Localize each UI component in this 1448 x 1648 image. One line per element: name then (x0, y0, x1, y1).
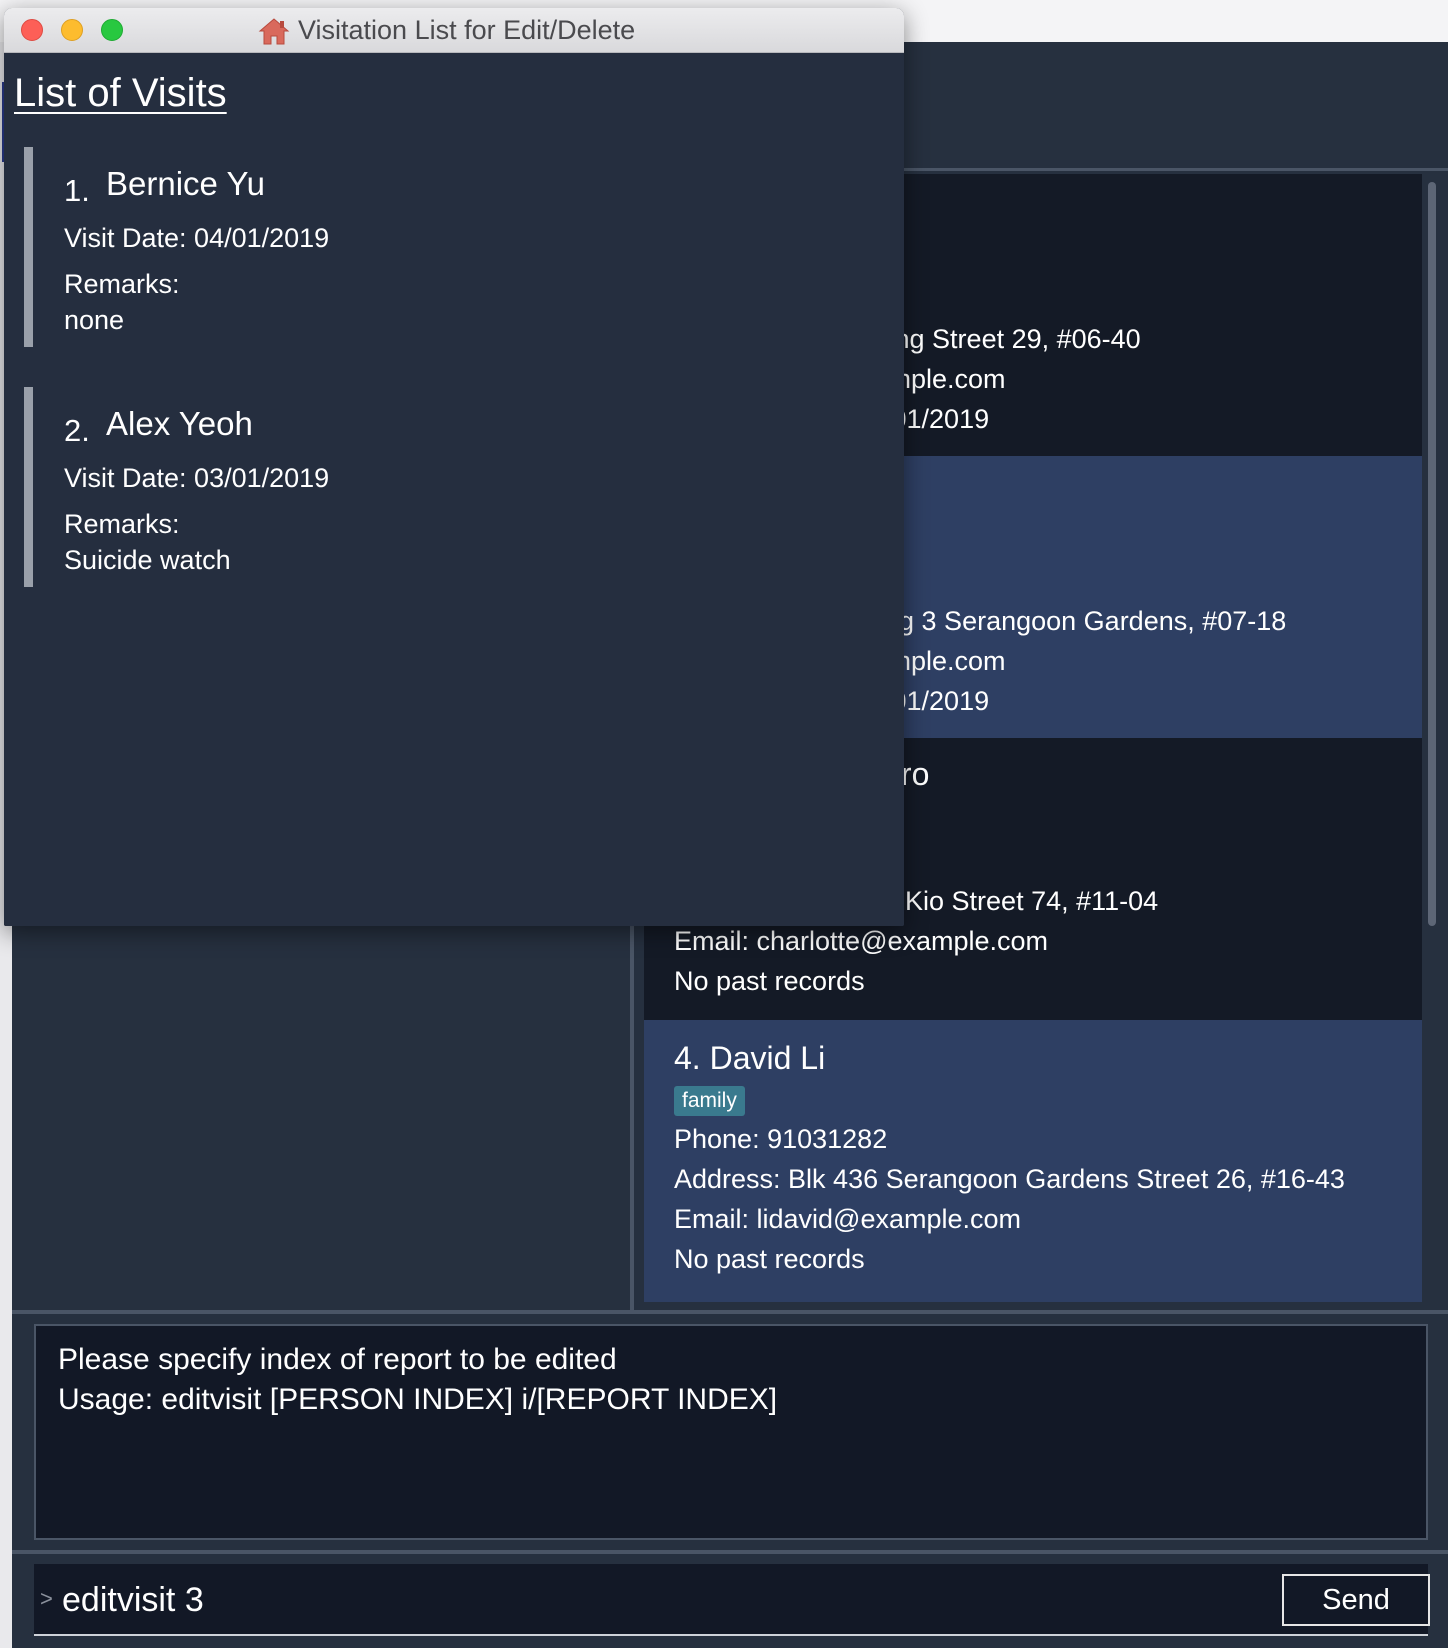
prompt-chevron-icon: > (40, 1586, 53, 1611)
result-line: Usage: editvisit [PERSON INDEX] i/[REPOR… (58, 1383, 778, 1416)
visit-list-panel: List of Visits 1. Bernice Yu Visit Date:… (4, 53, 904, 926)
close-window-button[interactable] (21, 19, 43, 41)
person-name: 4. David Li (674, 1040, 826, 1076)
person-record: No past records (674, 966, 865, 996)
person-address: rong 3 Serangoon Gardens, #07-18 (860, 606, 1287, 636)
visit-index: 1. (64, 173, 90, 208)
maximize-window-button[interactable] (101, 19, 123, 41)
person-email: Email: charlotte@example.com (674, 926, 1049, 956)
page-title: List of Visits (14, 71, 227, 115)
bottom-divider (12, 1310, 1448, 1314)
visit-person-name: Bernice Yu (106, 165, 266, 202)
visitation-list-window: Visitation List for Edit/Delete List of … (4, 8, 904, 926)
minimize-window-button[interactable] (61, 19, 83, 41)
scrollbar-thumb[interactable] (1428, 182, 1436, 926)
command-box: > Send (34, 1564, 1430, 1636)
person-card[interactable]: 4. David Li family Phone: 91031282 Addre… (644, 1020, 1422, 1302)
command-input[interactable] (60, 1574, 1304, 1626)
person-tag: family (674, 1086, 745, 1116)
person-record: No past records (674, 1244, 865, 1274)
person-address: Mo Kio Street 74, #11-04 (860, 886, 1159, 916)
visit-remarks-label: Remarks: (64, 269, 180, 299)
send-button[interactable]: Send (1282, 1574, 1430, 1626)
visit-remarks: none (64, 305, 125, 335)
popup-titlebar[interactable]: Visitation List for Edit/Delete (4, 8, 904, 53)
visit-item[interactable]: 1. Bernice Yu Visit Date: 04/01/2019 Rem… (24, 147, 864, 347)
window-title: Visitation List for Edit/Delete (298, 15, 636, 45)
person-phone: Phone: 91031282 (674, 1124, 888, 1154)
home-icon (258, 18, 290, 45)
visit-date: Visit Date: 03/01/2019 (64, 463, 330, 493)
visit-index: 2. (64, 413, 90, 448)
visit-person-name: Alex Yeoh (106, 405, 253, 442)
visit-accent-bar (24, 387, 33, 587)
visit-remarks: Suicide watch (64, 545, 231, 575)
person-email: Email: lidavid@example.com (674, 1204, 1022, 1234)
person-address: Address: Blk 436 Serangoon Gardens Stree… (674, 1164, 1345, 1194)
visit-date: Visit Date: 04/01/2019 (64, 223, 330, 253)
result-display[interactable]: Please specify index of report to be edi… (34, 1324, 1428, 1540)
command-divider (12, 1550, 1448, 1554)
visit-accent-bar (24, 147, 33, 347)
visit-item[interactable]: 2. Alex Yeoh Visit Date: 03/01/2019 Rema… (24, 387, 864, 587)
visit-remarks-label: Remarks: (64, 509, 180, 539)
result-line: Please specify index of report to be edi… (58, 1343, 617, 1376)
